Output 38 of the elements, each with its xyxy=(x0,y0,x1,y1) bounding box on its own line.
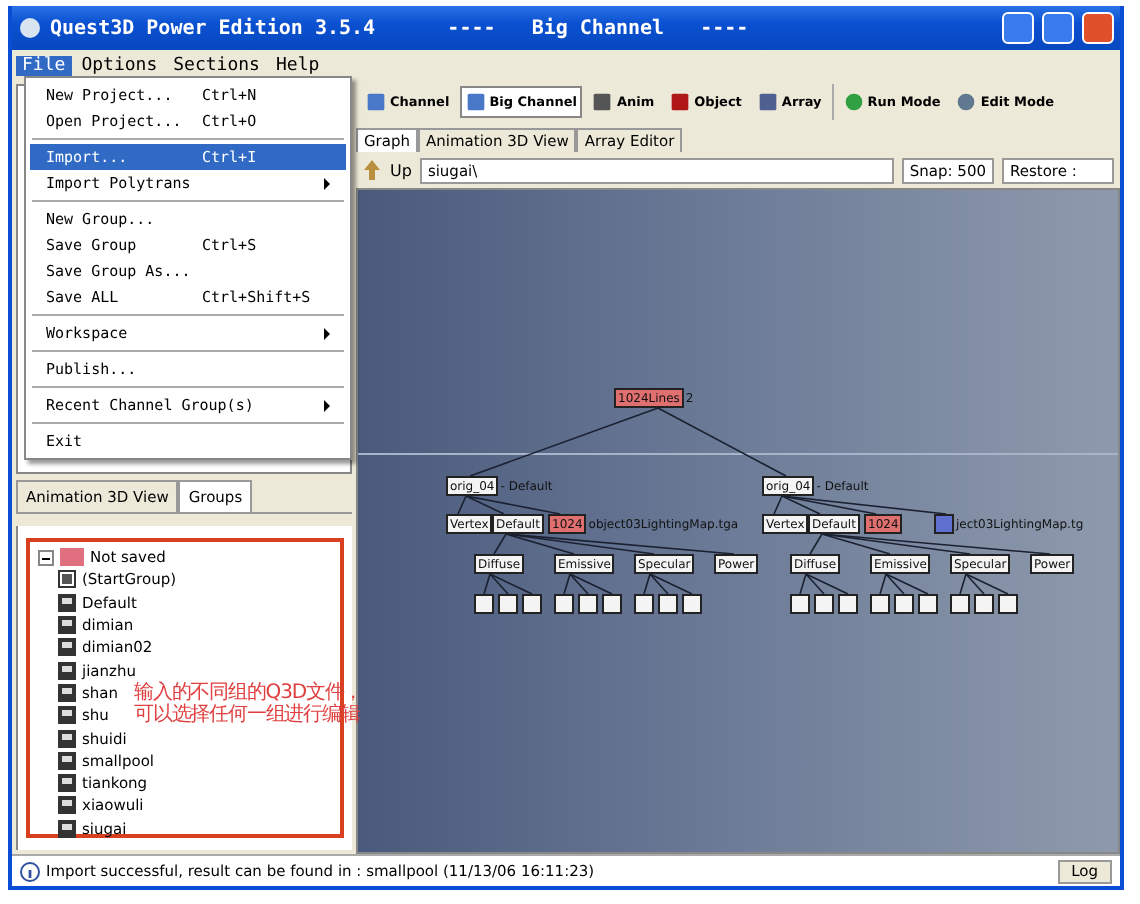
toolbar-icon xyxy=(366,92,386,112)
info-icon xyxy=(20,861,40,881)
input-node-icon[interactable] xyxy=(950,594,970,614)
toolbar-icon xyxy=(757,92,778,112)
minimize-button[interactable] xyxy=(1002,12,1034,44)
input-node-icon[interactable] xyxy=(998,594,1018,614)
folder-icon xyxy=(60,548,84,567)
input-node-icon[interactable] xyxy=(474,594,494,614)
input-node-icon[interactable] xyxy=(894,594,914,614)
input-node-icon[interactable] xyxy=(682,594,702,614)
window-title: Quest3D Power Edition 3.5.4 ---- Big Channel ---- xyxy=(50,17,751,39)
input-node-icon[interactable] xyxy=(918,594,938,614)
input-node-icon[interactable] xyxy=(498,594,518,614)
collapse-icon[interactable] xyxy=(38,549,54,566)
input-node-icon[interactable] xyxy=(578,594,598,614)
grid-icon xyxy=(58,570,76,589)
maximize-button[interactable] xyxy=(1042,12,1074,44)
up-button[interactable]: Up xyxy=(390,161,412,179)
input-node-icon[interactable] xyxy=(838,594,858,614)
menu-item[interactable]: Sections xyxy=(167,55,266,75)
graph-node[interactable] xyxy=(934,514,954,534)
input-node-icon[interactable] xyxy=(554,594,574,614)
app-logo-icon xyxy=(18,16,42,40)
input-node-icon[interactable] xyxy=(870,594,890,614)
input-node-icon[interactable] xyxy=(790,594,810,614)
close-button[interactable] xyxy=(1082,12,1114,44)
input-node-icon[interactable] xyxy=(658,594,678,614)
input-node-icon[interactable] xyxy=(814,594,834,614)
input-node-icon[interactable] xyxy=(974,594,994,614)
input-node-icon[interactable] xyxy=(522,594,542,614)
toolbar-icon xyxy=(592,92,613,112)
toolbar-icon xyxy=(465,92,486,112)
menu-item[interactable]: File xyxy=(16,55,72,75)
menu-item[interactable]: Help xyxy=(269,55,326,75)
input-node-icon[interactable] xyxy=(602,594,622,614)
menu-item[interactable]: Options xyxy=(75,55,164,75)
toolbar-icon xyxy=(670,92,691,112)
input-node-icon[interactable] xyxy=(634,594,654,614)
